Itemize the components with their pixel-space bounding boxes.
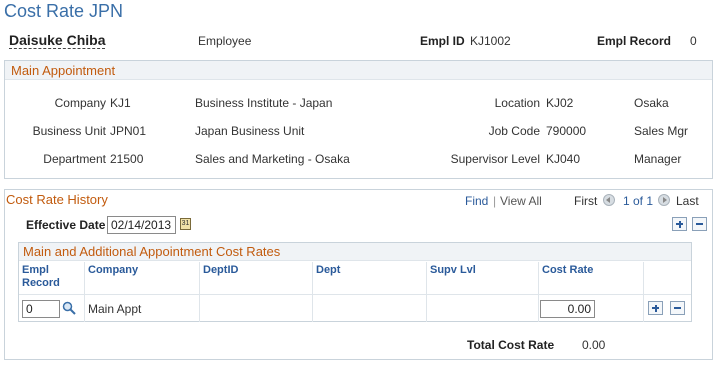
job-code-label: Job Code bbox=[488, 124, 540, 138]
prev-row-button[interactable] bbox=[603, 194, 615, 206]
find-link[interactable]: Find bbox=[465, 194, 488, 208]
empl-record-value: 0 bbox=[690, 34, 697, 48]
cell-deptid bbox=[200, 294, 313, 322]
cell-cost-rate bbox=[539, 294, 644, 322]
cell-dept bbox=[313, 294, 427, 322]
first-label: First bbox=[574, 194, 598, 208]
cost-rate-history-title: Cost Rate History bbox=[6, 192, 108, 207]
job-code-code: 790000 bbox=[546, 124, 587, 138]
empl-id-value: KJ1002 bbox=[470, 34, 511, 48]
supervisor-level-code: KJ040 bbox=[546, 152, 581, 166]
col-header-actions bbox=[644, 262, 691, 294]
business-unit-desc: Japan Business Unit bbox=[195, 124, 305, 138]
department-code: 21500 bbox=[110, 152, 144, 166]
business-unit-label: Business Unit bbox=[32, 124, 106, 138]
cost-rate-input[interactable] bbox=[540, 300, 595, 318]
supervisor-level-label: Supervisor Level bbox=[450, 152, 540, 166]
company-label: Company bbox=[54, 96, 106, 110]
main-appointment-section: Main Appointment Company KJ1 Business In… bbox=[4, 60, 713, 179]
col-header-cost-rate: Cost Rate bbox=[539, 262, 644, 294]
job-code-desc: Sales Mgr bbox=[634, 124, 689, 138]
department-desc: Sales and Marketing - Osaka bbox=[195, 152, 350, 166]
col-header-deptid: DeptID bbox=[200, 262, 313, 294]
calendar-icon[interactable]: 31 bbox=[180, 218, 191, 230]
last-label: Last bbox=[676, 194, 699, 208]
effective-date-label: Effective Date bbox=[26, 218, 106, 232]
employee-name: Daisuke Chiba bbox=[9, 32, 106, 49]
nav-separator: | bbox=[493, 194, 497, 208]
remove-history-row-button[interactable] bbox=[692, 217, 707, 231]
main-appointment-title: Main Appointment bbox=[5, 61, 712, 80]
empl-record-label: Empl Record bbox=[597, 34, 672, 48]
empl-record-input[interactable] bbox=[22, 300, 60, 318]
page-indicator: 1 of 1 bbox=[623, 194, 654, 208]
cell-company: Main Appt bbox=[85, 294, 200, 322]
cell-empl-record bbox=[19, 294, 85, 322]
page-title: Cost Rate JPN bbox=[4, 1, 124, 21]
col-header-company: Company bbox=[85, 262, 200, 294]
cell-supv-lvl bbox=[427, 294, 539, 322]
business-unit-code: JPN01 bbox=[110, 124, 147, 138]
effective-date-input[interactable] bbox=[107, 216, 176, 234]
col-header-dept: Dept bbox=[313, 262, 427, 294]
next-row-button[interactable] bbox=[658, 194, 670, 206]
col-header-supv-lvl: Supv Lvl bbox=[427, 262, 539, 294]
total-cost-rate-label: Total Cost Rate bbox=[467, 338, 555, 352]
view-all-link[interactable]: View All bbox=[500, 194, 542, 208]
empl-id-label: Empl ID bbox=[420, 34, 465, 48]
department-label: Department bbox=[43, 152, 106, 166]
location-desc: Osaka bbox=[634, 96, 669, 110]
company-code: KJ1 bbox=[110, 96, 131, 110]
remove-row-button[interactable] bbox=[670, 301, 685, 315]
employee-label: Employee bbox=[198, 34, 252, 48]
location-label: Location bbox=[494, 96, 540, 110]
cell-actions bbox=[644, 294, 691, 322]
add-history-row-button[interactable] bbox=[672, 217, 687, 231]
cost-rates-grid: Main and Additional Appointment Cost Rat… bbox=[18, 242, 692, 322]
supervisor-level-desc: Manager bbox=[634, 152, 682, 166]
add-row-button[interactable] bbox=[648, 301, 663, 315]
total-cost-rate-value: 0.00 bbox=[582, 338, 606, 352]
magnifier-icon[interactable] bbox=[62, 301, 76, 315]
cost-rates-grid-title: Main and Additional Appointment Cost Rat… bbox=[19, 243, 691, 261]
col-header-empl-record: Empl Record bbox=[19, 262, 85, 294]
company-desc: Business Institute - Japan bbox=[195, 96, 333, 110]
location-code: KJ02 bbox=[546, 96, 574, 110]
